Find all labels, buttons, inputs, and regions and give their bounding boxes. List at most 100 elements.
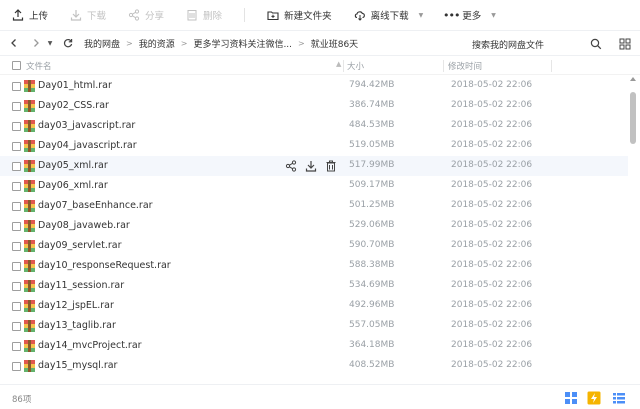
back-arrow-icon[interactable]	[8, 37, 20, 49]
file-name[interactable]: day10_responseRequest.rar	[38, 260, 171, 271]
folder-plus-icon	[267, 9, 279, 21]
file-name[interactable]: day09_servlet.rar	[38, 240, 122, 251]
column-size-header[interactable]: 大小	[347, 60, 364, 72]
file-row[interactable]: day13_taglib.rar 557.05MB 2018-05-02 22:06	[0, 316, 628, 336]
select-all-checkbox[interactable]	[12, 61, 21, 70]
file-name[interactable]: Day06_xml.rar	[38, 180, 108, 191]
upload-button[interactable]: 上传	[12, 0, 48, 30]
file-row[interactable]: day11_session.rar 534.69MB 2018-05-02 22:0…	[0, 276, 628, 296]
grid-view-icon[interactable]	[619, 38, 631, 50]
share-icon[interactable]	[285, 160, 297, 172]
new-folder-label: 新建文件夹	[284, 11, 332, 22]
column-date-header[interactable]: 修改时间	[448, 60, 482, 72]
file-row[interactable]: day07_baseEnhance.rar 501.25MB 2018-05-02 …	[0, 196, 628, 216]
breadcrumb-item[interactable]: 我的资源	[139, 37, 175, 50]
row-checkbox[interactable]	[12, 362, 21, 371]
file-row[interactable]: day15_mysql.rar 408.52MB 2018-05-02 22:06	[0, 356, 628, 376]
column-divider[interactable]	[343, 60, 344, 72]
rar-archive-icon	[24, 120, 35, 132]
row-checkbox[interactable]	[12, 182, 21, 191]
file-date: 2018-05-02 22:06	[451, 100, 533, 110]
row-checkbox[interactable]	[12, 122, 21, 131]
breadcrumb-item[interactable]: 我的网盘	[84, 37, 120, 50]
file-name[interactable]: Day02_CSS.rar	[38, 100, 109, 111]
row-checkbox[interactable]	[12, 162, 21, 171]
file-row[interactable]: Day04_javascript.rar 519.05MB 2018-05-02 2…	[0, 136, 628, 156]
breadcrumb-item-current[interactable]: 就业班86天	[311, 37, 358, 50]
file-size: 588.38MB	[349, 260, 395, 270]
file-name[interactable]: Day08_javaweb.rar	[38, 220, 130, 231]
trash-icon[interactable]	[325, 160, 337, 172]
download-icon	[70, 9, 82, 21]
chevron-down-icon[interactable]: ▼	[419, 12, 424, 19]
row-checkbox[interactable]	[12, 202, 21, 211]
forward-arrow-icon[interactable]	[30, 37, 42, 49]
offline-download-button[interactable]: 离线下载 ▼	[354, 0, 424, 30]
delete-button[interactable]: 删除	[186, 0, 222, 30]
row-checkbox[interactable]	[12, 242, 21, 251]
file-row[interactable]: day03_javascript.rar 484.53MB 2018-05-02 2…	[0, 116, 628, 136]
refresh-icon[interactable]	[62, 37, 74, 49]
file-row[interactable]: Day01_html.rar 794.42MB 2018-05-02 22:06	[0, 76, 628, 96]
file-row[interactable]: Day05_xml.rar 517.99MB 2018-05-02 22:06	[0, 156, 628, 176]
download-icon[interactable]	[305, 160, 317, 172]
row-checkbox[interactable]	[12, 322, 21, 331]
rar-archive-icon	[24, 300, 35, 312]
file-row[interactable]: Day08_javaweb.rar 529.06MB 2018-05-02 22:0…	[0, 216, 628, 236]
delete-label: 删除	[203, 11, 223, 22]
column-header: 文件名 ▲ 大小 修改时间	[0, 57, 640, 75]
row-checkbox[interactable]	[12, 302, 21, 311]
file-row[interactable]: day12_jspEL.rar 492.96MB 2018-05-02 22:06	[0, 296, 628, 316]
file-name[interactable]: day12_jspEL.rar	[38, 300, 114, 311]
row-checkbox[interactable]	[12, 222, 21, 231]
chevron-down-icon[interactable]: ▼	[491, 12, 496, 19]
download-button[interactable]: 下载	[70, 0, 106, 30]
file-name[interactable]: day13_taglib.rar	[38, 320, 116, 331]
row-checkbox[interactable]	[12, 142, 21, 151]
row-checkbox[interactable]	[12, 102, 21, 111]
file-size: 529.06MB	[349, 220, 395, 230]
row-actions	[285, 160, 345, 172]
search-icon[interactable]	[590, 38, 602, 50]
breadcrumb-item[interactable]: 更多学习资料关注微信...	[193, 37, 292, 50]
file-size: 509.17MB	[349, 180, 395, 190]
scroll-up-arrow-icon[interactable]	[630, 76, 636, 82]
column-name-header[interactable]: 文件名	[26, 60, 52, 72]
item-count: 86项	[12, 395, 32, 405]
search-input[interactable]: 搜索我的网盘文件	[472, 38, 544, 51]
thumbnail-view-icon[interactable]	[564, 391, 578, 405]
row-checkbox[interactable]	[12, 82, 21, 91]
more-button[interactable]: ••• 更多 ▼	[443, 0, 496, 30]
file-name[interactable]: day14_mvcProject.rar	[38, 340, 142, 351]
file-row[interactable]: day09_servlet.rar 590.70MB 2018-05-02 22:0…	[0, 236, 628, 256]
file-name[interactable]: day15_mysql.rar	[38, 360, 117, 371]
row-checkbox[interactable]	[12, 282, 21, 291]
file-size: 501.25MB	[349, 200, 395, 210]
list-view-icon[interactable]	[612, 391, 626, 405]
column-divider[interactable]	[551, 60, 552, 72]
history-dropdown-icon[interactable]: ▼	[44, 37, 56, 49]
file-name[interactable]: day07_baseEnhance.rar	[38, 200, 153, 211]
file-row[interactable]: Day02_CSS.rar 386.74MB 2018-05-02 22:06	[0, 96, 628, 116]
file-name[interactable]: day03_javascript.rar	[38, 120, 135, 131]
file-name[interactable]: Day01_html.rar	[38, 80, 112, 91]
column-divider[interactable]	[443, 60, 444, 72]
sort-icon[interactable]: ▲	[336, 60, 341, 68]
file-date: 2018-05-02 22:06	[451, 180, 533, 190]
row-checkbox[interactable]	[12, 262, 21, 271]
new-folder-button[interactable]: 新建文件夹	[267, 0, 332, 30]
row-checkbox[interactable]	[12, 342, 21, 351]
file-row[interactable]: Day06_xml.rar 509.17MB 2018-05-02 22:06	[0, 176, 628, 196]
rar-archive-icon	[24, 80, 35, 92]
file-name[interactable]: day11_session.rar	[38, 280, 124, 291]
file-name[interactable]: Day05_xml.rar	[38, 160, 108, 171]
file-row[interactable]: day10_responseRequest.rar 588.38MB 2018-05…	[0, 256, 628, 276]
breadcrumb-separator-icon: >	[298, 38, 305, 48]
file-name[interactable]: Day04_javascript.rar	[38, 140, 137, 151]
file-row[interactable]: day14_mvcProject.rar 364.18MB 2018-05-02 2…	[0, 336, 628, 356]
share-button[interactable]: 分享	[128, 0, 164, 30]
scrollbar-thumb[interactable]	[630, 92, 636, 144]
file-size: 517.99MB	[349, 160, 395, 170]
transfer-lightning-icon[interactable]	[587, 391, 601, 405]
vertical-scrollbar[interactable]	[629, 76, 637, 382]
